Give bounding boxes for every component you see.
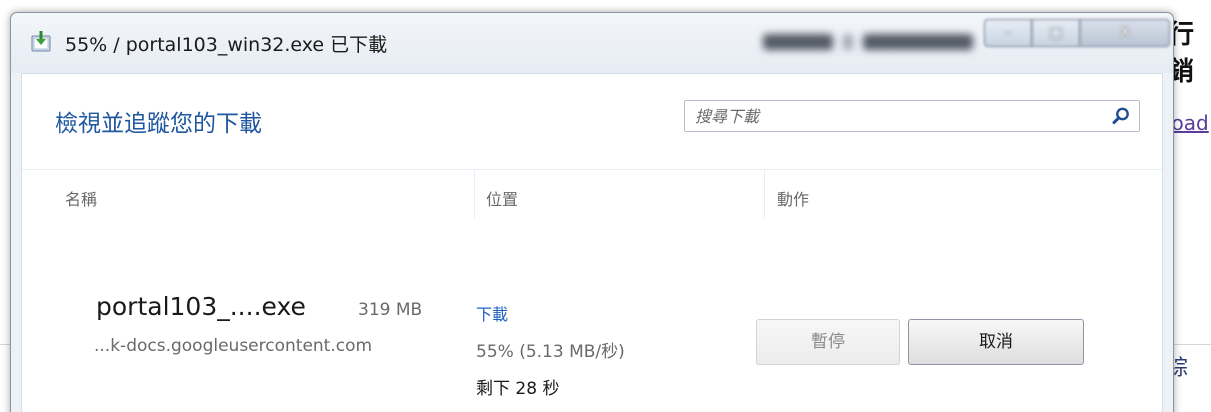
column-header-name[interactable]: 名稱 — [65, 186, 97, 210]
panel-header: 檢視並追蹤您的下載 — [22, 74, 1162, 170]
downloads-panel: 檢視並追蹤您的下載 名稱 位置 動作 portal103_....exe 319… — [21, 73, 1163, 412]
column-header-actions: 動作 — [777, 190, 810, 209]
search-box[interactable] — [684, 100, 1140, 132]
column-separator — [764, 170, 765, 218]
download-manager-window: 55% / portal103_win32.exe 已下載 – □ X 檢視並追… — [10, 12, 1174, 412]
screen: 行銷 load 綜 55% / portal103_win32.exe 已下載 … — [0, 0, 1211, 412]
close-icon: X — [1119, 23, 1131, 41]
title-bar[interactable]: 55% / portal103_win32.exe 已下載 – □ X — [11, 13, 1173, 73]
file-source: ...k-docs.googleusercontent.com — [94, 336, 373, 356]
background-heading-fragment: 行銷 — [1168, 20, 1195, 87]
time-remaining: 剩下 28 秒 — [476, 379, 560, 399]
panel-title: 檢視並追蹤您的下載 — [55, 111, 262, 137]
column-separator — [474, 170, 475, 218]
cancel-button[interactable]: 取消 — [908, 319, 1084, 365]
blurred-window-text — [763, 29, 983, 55]
minimize-icon: – — [1004, 23, 1012, 41]
location-link[interactable]: 下載 — [476, 301, 508, 325]
maximize-icon: □ — [1048, 23, 1064, 41]
close-button[interactable]: X — [1080, 19, 1170, 47]
search-input[interactable] — [695, 104, 1095, 128]
download-app-icon — [31, 31, 51, 52]
maximize-button[interactable]: □ — [1032, 19, 1080, 47]
window-title: 55% / portal103_win32.exe 已下載 — [65, 34, 388, 56]
file-name: portal103_....exe — [96, 292, 306, 321]
pause-button[interactable]: 暫停 — [756, 319, 900, 365]
download-row[interactable]: portal103_....exe 319 MB ...k-docs.googl… — [22, 274, 1162, 412]
file-size: 319 MB — [358, 300, 423, 320]
column-header-location[interactable]: 位置 — [486, 186, 518, 210]
search-icon[interactable] — [1111, 106, 1131, 126]
minimize-button[interactable]: – — [984, 19, 1032, 47]
progress-status: 55% (5.13 MB/秒) — [476, 342, 625, 362]
